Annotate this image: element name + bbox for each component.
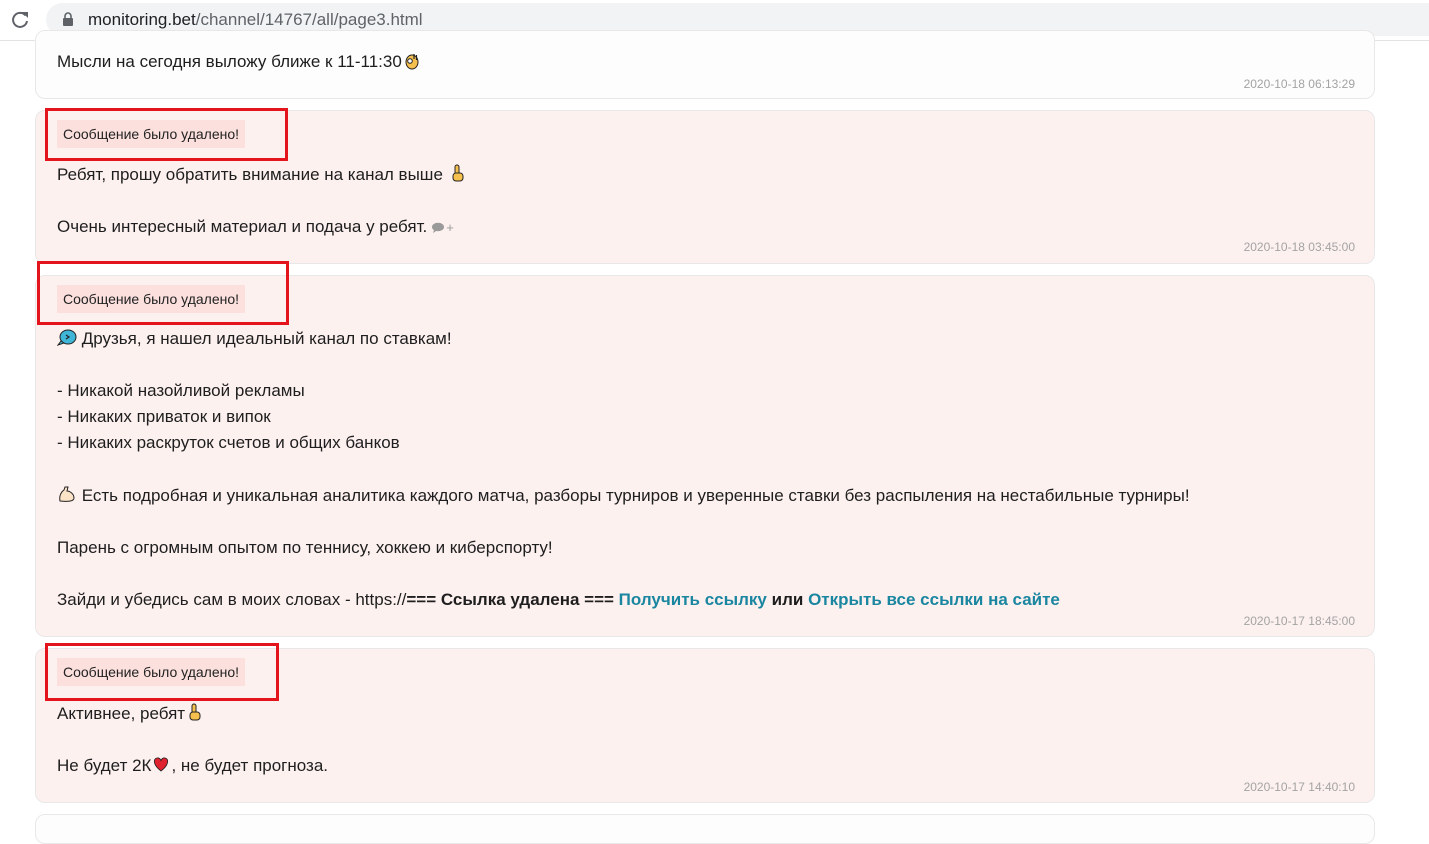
- link-removed-text: === Ссылка удалена ===: [406, 590, 614, 609]
- message-text: - Никакой назойливой рекламы: [57, 381, 305, 400]
- message-card: Сообщение было удалено! Друзья, я нашел …: [35, 275, 1375, 637]
- lock-icon: [63, 12, 73, 26]
- red-heart-emoji-icon: [154, 757, 169, 772]
- speech-bubble-emoji-icon: [57, 329, 77, 346]
- message-text: Не будет 2К, не будет прогноза.: [57, 756, 329, 775]
- message-text: Ребят, прошу обратить внимание на канал …: [57, 163, 468, 187]
- pointing-up-emoji-icon: [452, 164, 464, 182]
- or-text: или: [771, 590, 804, 609]
- message-timestamp: 2020-10-18 03:45:00: [1243, 240, 1355, 254]
- message-text: Активнее, ребят: [57, 702, 205, 726]
- highlight-box: [45, 643, 279, 701]
- message-timestamp: 2020-10-18 06:13:29: [1243, 77, 1355, 91]
- message-text: - Никаких приваток и випок: [57, 407, 271, 426]
- message-timestamp: 2020-10-17 14:40:10: [1243, 780, 1355, 794]
- message-card: Мысли на сегодня выложу ближе к 11-11:30…: [35, 30, 1375, 99]
- message-text: Друзья, я нашел идеальный канал по ставк…: [57, 327, 452, 351]
- highlight-box: [37, 261, 289, 325]
- message-text: - Никаких раскруток счетов и общих банко…: [57, 433, 400, 452]
- message-card: [35, 814, 1375, 844]
- open-all-links-link[interactable]: Открыть все ссылки на сайте: [808, 590, 1060, 609]
- comment-icon[interactable]: [431, 222, 445, 234]
- message-text: Парень с огромным опытом по теннису, хок…: [57, 538, 553, 557]
- pointing-up-emoji-icon: [189, 703, 201, 721]
- highlight-box: [45, 108, 288, 161]
- message-text: Мысли на сегодня выложу ближе к 11-11:30: [57, 50, 422, 74]
- message-text: Есть подробная и уникальная аналитика ка…: [57, 484, 1190, 508]
- message-text: Очень интересный материал и подача у реб…: [57, 217, 454, 236]
- comment-plus[interactable]: +: [446, 220, 454, 235]
- ok-hand-emoji-icon: [405, 54, 419, 70]
- message-timestamp: 2020-10-17 18:45:00: [1243, 614, 1355, 628]
- get-link-link[interactable]: Получить ссылку: [619, 590, 767, 609]
- flexed-biceps-emoji-icon: [59, 486, 75, 502]
- message-text: Зайди и убедись сам в моих словах - http…: [57, 590, 1060, 609]
- url-text[interactable]: monitoring.bet/channel/14767/all/page3.h…: [88, 10, 423, 30]
- reload-icon[interactable]: [10, 10, 30, 30]
- url-host: monitoring.bet: [88, 10, 196, 29]
- url-path: /channel/14767/all/page3.html: [195, 10, 423, 29]
